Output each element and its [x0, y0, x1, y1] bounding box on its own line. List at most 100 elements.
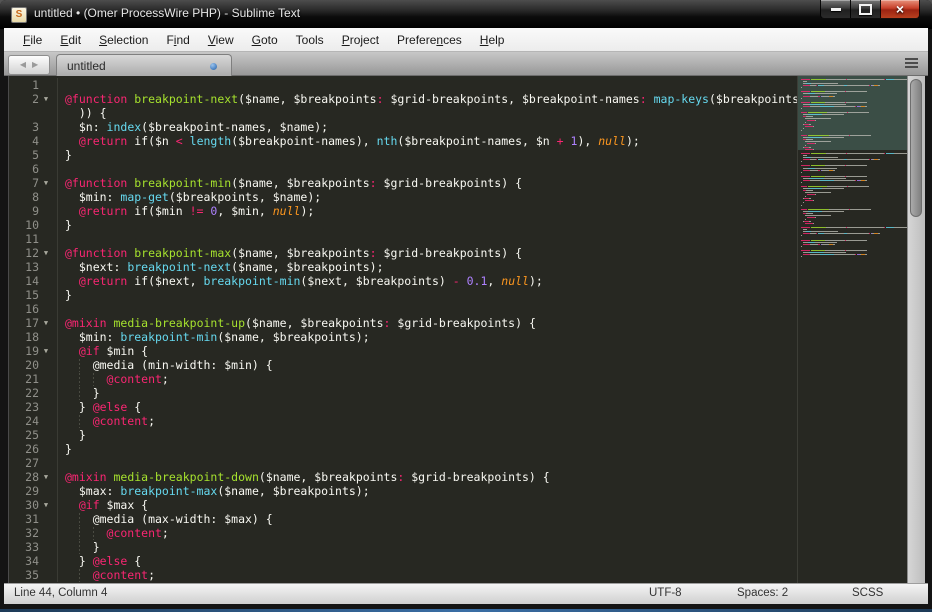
- code-line[interactable]: }: [57, 386, 799, 400]
- menu-item-edit[interactable]: Edit: [51, 30, 90, 50]
- minimap-line: [801, 129, 802, 131]
- menu-item-preferences[interactable]: Preferences: [388, 30, 471, 50]
- line-number: 3: [9, 120, 39, 134]
- line-number: 30: [9, 498, 39, 512]
- line-number: 23: [9, 400, 39, 414]
- minimap-line: [801, 255, 802, 257]
- code-line[interactable]: $min: map-get($breakpoints, $name);: [57, 190, 799, 204]
- minimap-line: [801, 107, 802, 109]
- line-number: 32: [9, 526, 39, 540]
- gutter-row: 22: [9, 386, 55, 400]
- tab-bar: ◀ ▶ untitled: [4, 52, 928, 76]
- code-line[interactable]: @media (max-width: $max) {: [57, 512, 799, 526]
- code-line[interactable]: }: [57, 442, 799, 456]
- title-bar[interactable]: S untitled • (Omer ProcessWire PHP) - Su…: [0, 0, 932, 29]
- code-line[interactable]: } @else {: [57, 400, 799, 414]
- code-line[interactable]: $max: breakpoint-max($name, $breakpoints…: [57, 484, 799, 498]
- fold-arrow-icon[interactable]: ▼: [39, 470, 53, 484]
- menu-item-selection[interactable]: Selection: [90, 30, 157, 50]
- line-number: 17: [9, 316, 39, 330]
- indentation-indicator[interactable]: Spaces: 2: [737, 587, 788, 599]
- code-line[interactable]: @mixin media-breakpoint-down($name, $bre…: [57, 470, 799, 484]
- minimap-line: [801, 232, 880, 234]
- gutter-row: 7▼: [9, 176, 55, 190]
- line-number: 21: [9, 372, 39, 386]
- gutter-row: 26: [9, 442, 55, 456]
- window-controls: ×: [820, 0, 920, 19]
- code-line[interactable]: [57, 232, 799, 246]
- minimap-line: [801, 152, 907, 154]
- code-line[interactable]: $min: breakpoint-min($name, $breakpoints…: [57, 330, 799, 344]
- maximize-button[interactable]: [850, 0, 880, 19]
- window-title: untitled • (Omer ProcessWire PHP) - Subl…: [34, 6, 300, 20]
- fold-arrow-icon[interactable]: ▼: [39, 498, 53, 512]
- line-number: 15: [9, 288, 39, 302]
- vertical-scrollbar[interactable]: [907, 76, 925, 583]
- code-line[interactable]: @return if($min != 0, $min, null);: [57, 204, 799, 218]
- gutter-row: 3: [9, 120, 55, 134]
- encoding-indicator[interactable]: UTF-8: [649, 587, 682, 599]
- code-line[interactable]: @if $min {: [57, 344, 799, 358]
- code-line[interactable]: }: [57, 428, 799, 442]
- gutter-row: 24: [9, 414, 55, 428]
- code-line[interactable]: )) {: [57, 106, 799, 120]
- fold-arrow-icon[interactable]: ▼: [39, 344, 53, 358]
- tab-overflow-menu-icon[interactable]: [905, 58, 918, 68]
- gutter-row: 34: [9, 554, 55, 568]
- line-number: 8: [9, 190, 39, 204]
- code-line[interactable]: $next: breakpoint-next($name, $breakpoin…: [57, 260, 799, 274]
- line-number: 9: [9, 204, 39, 218]
- minimap[interactable]: [797, 76, 907, 583]
- editor[interactable]: 12▼34567▼89101112▼1314151617▼1819▼202122…: [8, 76, 925, 583]
- code-line[interactable]: [57, 456, 799, 470]
- code-line[interactable]: }: [57, 288, 799, 302]
- scrollbar-thumb[interactable]: [910, 79, 922, 217]
- code-line[interactable]: $n: index($breakpoint-names, $name);: [57, 120, 799, 134]
- gutter-row: 1: [9, 78, 55, 92]
- code-line[interactable]: [57, 162, 799, 176]
- menu-item-file[interactable]: File: [14, 30, 51, 50]
- syntax-indicator[interactable]: SCSS: [852, 587, 883, 599]
- close-icon: ×: [896, 2, 904, 16]
- code-line[interactable]: @return if($next, breakpoint-min($next, …: [57, 274, 799, 288]
- gutter-row: 12▼: [9, 246, 55, 260]
- code-line[interactable]: [57, 302, 799, 316]
- menu-item-project[interactable]: Project: [333, 30, 388, 50]
- code-line[interactable]: @return if($n < length($breakpoint-names…: [57, 134, 799, 148]
- menu-item-view[interactable]: View: [199, 30, 243, 50]
- code-line[interactable]: @function breakpoint-min($name, $breakpo…: [57, 176, 799, 190]
- minimap-line: [801, 222, 814, 224]
- fold-arrow-icon[interactable]: ▼: [39, 176, 53, 190]
- code-line[interactable]: @if $max {: [57, 498, 799, 512]
- tab-back-icon[interactable]: ◀: [20, 61, 26, 69]
- line-number: 13: [9, 260, 39, 274]
- code-line[interactable]: [57, 78, 799, 92]
- fold-arrow-icon[interactable]: ▼: [39, 316, 53, 330]
- fold-arrow-icon[interactable]: ▼: [39, 92, 53, 106]
- menu-item-goto[interactable]: Goto: [243, 30, 287, 50]
- menu-item-tools[interactable]: Tools: [287, 30, 333, 50]
- code-line[interactable]: @content;: [57, 372, 799, 386]
- line-number: 20: [9, 358, 39, 372]
- menu-item-help[interactable]: Help: [471, 30, 514, 50]
- code-line[interactable]: @content;: [57, 526, 799, 540]
- code-line[interactable]: } @else {: [57, 554, 799, 568]
- code-line[interactable]: @content;: [57, 414, 799, 428]
- code-line[interactable]: @mixin media-breakpoint-up($name, $break…: [57, 316, 799, 330]
- code-line[interactable]: }: [57, 218, 799, 232]
- code-line[interactable]: }: [57, 148, 799, 162]
- minimap-line: [801, 97, 802, 99]
- fold-arrow-icon[interactable]: ▼: [39, 246, 53, 260]
- minimize-button[interactable]: [820, 0, 850, 19]
- code-line[interactable]: @content;: [57, 568, 799, 582]
- code-line[interactable]: @function breakpoint-next($name, $breakp…: [57, 92, 799, 106]
- code-line[interactable]: @function breakpoint-max($name, $breakpo…: [57, 246, 799, 260]
- line-number: 19: [9, 344, 39, 358]
- menu-item-find[interactable]: Find: [157, 30, 198, 50]
- tab-untitled[interactable]: untitled: [56, 54, 232, 76]
- code-line[interactable]: }: [57, 540, 799, 554]
- gutter-row: 2▼: [9, 92, 55, 106]
- code-line[interactable]: @media (min-width: $min) {: [57, 358, 799, 372]
- close-button[interactable]: ×: [880, 0, 920, 19]
- tab-forward-icon[interactable]: ▶: [32, 61, 38, 69]
